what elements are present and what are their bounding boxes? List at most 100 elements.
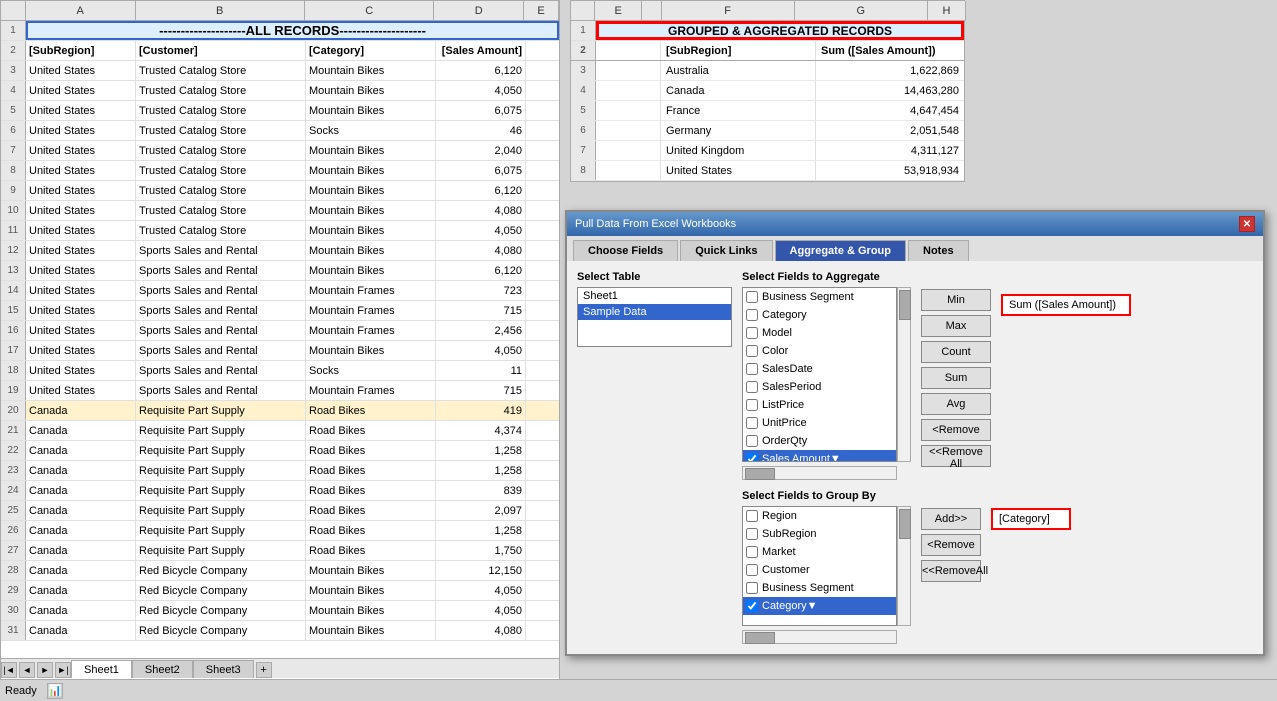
aggregate-field-item[interactable]: Category [743,306,896,324]
nav-next[interactable]: ► [37,662,53,678]
table-row[interactable]: 17 United States Sports Sales and Rental… [1,341,559,361]
group-field-item[interactable]: SubRegion [743,525,896,543]
aggregate-field-checkbox[interactable] [746,327,758,339]
table-row[interactable]: 8 United States Trusted Catalog Store Mo… [1,161,559,181]
add-group-button[interactable]: Add>> [921,508,981,530]
group-bottom-scrollbar[interactable] [742,630,897,644]
aggregate-field-item[interactable]: OrderQty [743,432,896,450]
group-field-checkbox[interactable] [746,546,758,558]
tab-sheet3[interactable]: Sheet3 [193,660,254,678]
tab-notes[interactable]: Notes [908,240,969,261]
avg-button[interactable]: Avg [921,393,991,415]
nav-last[interactable]: ►| [55,662,71,678]
aggregate-field-checkbox[interactable] [746,453,758,462]
sheet-nav[interactable]: |◄ ◄ ► ►| [1,662,71,678]
aggregate-fields-list[interactable]: Business SegmentCategoryModelColorSalesD… [742,287,897,462]
table-row[interactable]: 28 Canada Red Bicycle Company Mountain B… [1,561,559,581]
grouped-row[interactable]: 5 France 4,647,454 [571,101,964,121]
table-row[interactable]: 4 United States Trusted Catalog Store Mo… [1,81,559,101]
tab-choose-fields[interactable]: Choose Fields [573,240,678,261]
remove-button[interactable]: <Remove [921,419,991,441]
table-row[interactable]: 6 United States Trusted Catalog Store So… [1,121,559,141]
aggregate-field-item[interactable]: SalesPeriod [743,378,896,396]
max-button[interactable]: Max [921,315,991,337]
group-field-checkbox[interactable] [746,564,758,576]
table-row[interactable]: 22 Canada Requisite Part Supply Road Bik… [1,441,559,461]
group-field-checkbox[interactable] [746,600,758,612]
table-row[interactable]: 10 United States Trusted Catalog Store M… [1,201,559,221]
tab-sheet2[interactable]: Sheet2 [132,660,193,678]
table-row[interactable]: 11 United States Trusted Catalog Store M… [1,221,559,241]
table-item-sample-data[interactable]: Sample Data [578,304,731,320]
tab-quick-links[interactable]: Quick Links [680,240,772,261]
aggregate-field-item[interactable]: UnitPrice [743,414,896,432]
table-row[interactable]: 24 Canada Requisite Part Supply Road Bik… [1,481,559,501]
group-field-item[interactable]: Region [743,507,896,525]
aggregate-bottom-scrollbar[interactable] [742,466,897,480]
remove-group-button[interactable]: <Remove [921,534,981,556]
aggregate-field-item[interactable]: Color [743,342,896,360]
dialog-close-button[interactable]: ✕ [1239,216,1255,232]
table-item-sheet1[interactable]: Sheet1 [578,288,731,304]
group-field-checkbox[interactable] [746,510,758,522]
table-row[interactable]: 29 Canada Red Bicycle Company Mountain B… [1,581,559,601]
aggregate-field-checkbox[interactable] [746,345,758,357]
sum-button[interactable]: Sum [921,367,991,389]
table-row[interactable]: 30 Canada Red Bicycle Company Mountain B… [1,601,559,621]
table-list[interactable]: Sheet1 Sample Data [577,287,732,347]
aggregate-scrollbar[interactable] [897,287,911,462]
nav-first[interactable]: |◄ [1,662,17,678]
table-row[interactable]: 27 Canada Requisite Part Supply Road Bik… [1,541,559,561]
aggregate-field-checkbox[interactable] [746,291,758,303]
aggregate-field-checkbox[interactable] [746,417,758,429]
remove-all-button[interactable]: <<Remove All [921,445,991,467]
table-row[interactable]: 14 United States Sports Sales and Rental… [1,281,559,301]
aggregate-field-item[interactable]: Business Segment [743,288,896,306]
table-row[interactable]: 20 Canada Requisite Part Supply Road Bik… [1,401,559,421]
tab-sheet1[interactable]: Sheet1 [71,660,132,678]
table-row[interactable]: 5 United States Trusted Catalog Store Mo… [1,101,559,121]
group-field-item[interactable]: Category ▼ [743,597,896,615]
count-button[interactable]: Count [921,341,991,363]
table-row[interactable]: 18 United States Sports Sales and Rental… [1,361,559,381]
min-button[interactable]: Min [921,289,991,311]
group-field-checkbox[interactable] [746,582,758,594]
table-row[interactable]: 26 Canada Requisite Part Supply Road Bik… [1,521,559,541]
grouped-row[interactable]: 4 Canada 14,463,280 [571,81,964,101]
table-row[interactable]: 3 United States Trusted Catalog Store Mo… [1,61,559,81]
grouped-row[interactable]: 7 United Kingdom 4,311,127 [571,141,964,161]
table-row[interactable]: 12 United States Sports Sales and Rental… [1,241,559,261]
table-row[interactable]: 7 United States Trusted Catalog Store Mo… [1,141,559,161]
group-field-item[interactable]: Business Segment [743,579,896,597]
aggregate-field-checkbox[interactable] [746,363,758,375]
table-row[interactable]: 31 Canada Red Bicycle Company Mountain B… [1,621,559,641]
group-field-checkbox[interactable] [746,528,758,540]
group-fields-list[interactable]: RegionSubRegionMarketCustomerBusiness Se… [742,506,897,626]
table-row[interactable]: 16 United States Sports Sales and Rental… [1,321,559,341]
grouped-row[interactable]: 6 Germany 2,051,548 [571,121,964,141]
aggregate-field-checkbox[interactable] [746,381,758,393]
table-row[interactable]: 15 United States Sports Sales and Rental… [1,301,559,321]
aggregate-field-checkbox[interactable] [746,399,758,411]
table-row[interactable]: 23 Canada Requisite Part Supply Road Bik… [1,461,559,481]
table-row[interactable]: 13 United States Sports Sales and Rental… [1,261,559,281]
aggregate-field-item[interactable]: Sales Amount ▼ [743,450,896,462]
aggregate-field-checkbox[interactable] [746,435,758,447]
table-row[interactable]: 25 Canada Requisite Part Supply Road Bik… [1,501,559,521]
table-row[interactable]: 9 United States Trusted Catalog Store Mo… [1,181,559,201]
group-field-item[interactable]: Market [743,543,896,561]
aggregate-field-item[interactable]: ListPrice [743,396,896,414]
remove-all-group-button[interactable]: <<RemoveAll [921,560,981,582]
aggregate-field-item[interactable]: Model [743,324,896,342]
group-scrollbar[interactable] [897,506,911,626]
grouped-row[interactable]: 8 United States 53,918,934 [571,161,964,181]
aggregate-field-item[interactable]: SalesDate [743,360,896,378]
new-sheet-btn[interactable]: + [256,662,272,678]
table-row[interactable]: 19 United States Sports Sales and Rental… [1,381,559,401]
grouped-row[interactable]: 3 Australia 1,622,869 [571,61,964,81]
nav-prev[interactable]: ◄ [19,662,35,678]
group-field-item[interactable]: Customer [743,561,896,579]
table-row[interactable]: 21 Canada Requisite Part Supply Road Bik… [1,421,559,441]
aggregate-field-checkbox[interactable] [746,309,758,321]
tab-aggregate-group[interactable]: Aggregate & Group [775,240,906,261]
